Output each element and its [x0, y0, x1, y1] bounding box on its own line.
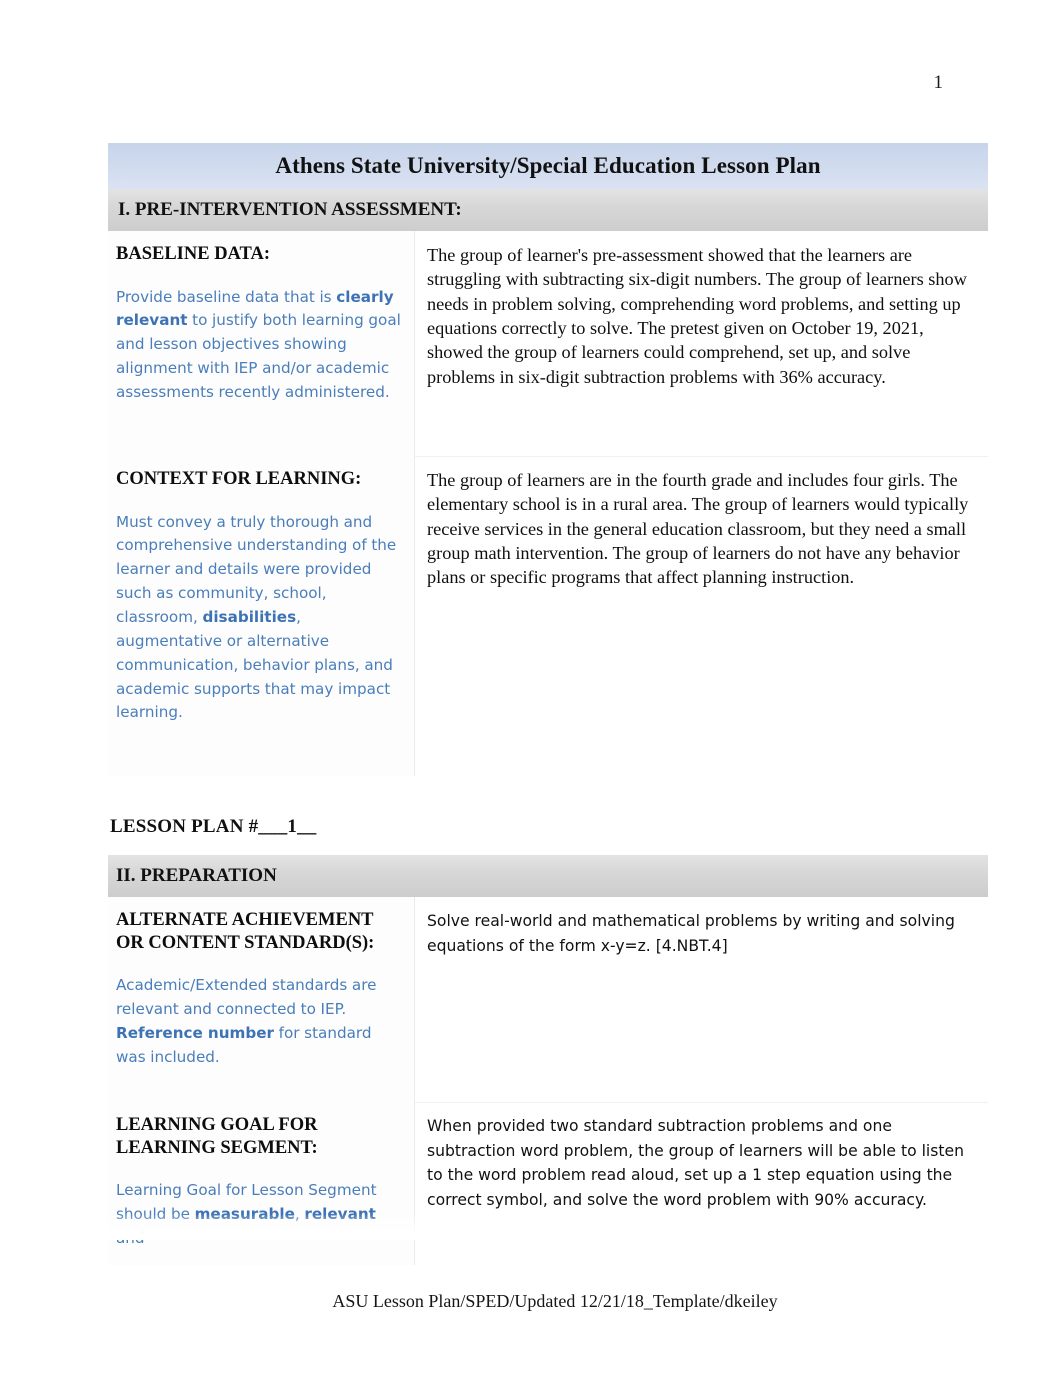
document-title-band: Athens State University/Special Educatio… — [108, 143, 988, 189]
guidance-text-bold: measurable — [194, 1204, 295, 1223]
guidance-text-bold: Reference number — [116, 1023, 275, 1042]
learning-goal-label-cell: LEARNING GOAL FOR LEARNING SEGMENT: Lear… — [108, 1102, 415, 1265]
pre-intervention-table: Athens State University/Special Educatio… — [108, 143, 988, 776]
context-for-learning-guidance: Must convey a truly thorough and compreh… — [116, 511, 403, 726]
context-for-learning-answer: The group of learners are in the fourth … — [427, 470, 969, 588]
learning-goal-label: LEARNING GOAL FOR LEARNING SEGMENT: — [116, 1115, 318, 1158]
table-row: CONTEXT FOR LEARNING: Must convey a trul… — [108, 456, 988, 776]
table-row: ALTERNATE ACHIEVEMENT OR CONTENT STANDAR… — [108, 897, 988, 1102]
guidance-text-part: Provide baseline data that is — [116, 287, 337, 306]
context-for-learning-answer-cell[interactable]: The group of learners are in the fourth … — [415, 456, 988, 776]
table-row: BASELINE DATA: Provide baseline data tha… — [108, 231, 988, 456]
table-row: LEARNING GOAL FOR LEARNING SEGMENT: Lear… — [108, 1102, 988, 1265]
page-title: Athens State University/Special Educatio… — [275, 153, 821, 178]
section-header-label: I. PRE-INTERVENTION ASSESSMENT: — [118, 199, 462, 220]
baseline-data-answer-cell[interactable]: The group of learner's pre-assessment sh… — [415, 231, 988, 456]
section-header-pre-intervention: I. PRE-INTERVENTION ASSESSMENT: — [108, 189, 988, 231]
content-standard-label-cell: ALTERNATE ACHIEVEMENT OR CONTENT STANDAR… — [108, 897, 415, 1102]
baseline-data-label-cell: BASELINE DATA: Provide baseline data tha… — [108, 231, 415, 456]
section-header-preparation: II. PREPARATION — [108, 855, 988, 897]
content-standard-guidance: Academic/Extended standards are relevant… — [116, 974, 403, 1069]
content-standard-answer: Solve real-world and mathematical proble… — [427, 912, 955, 955]
page-footer: ASU Lesson Plan/SPED/Updated 12/21/18_Te… — [332, 1291, 778, 1311]
content-standard-answer-cell[interactable]: Solve real-world and mathematical proble… — [415, 897, 988, 1102]
preparation-table: II. PREPARATION ALTERNATE ACHIEVEMENT OR… — [108, 855, 988, 1265]
page-number: 1 — [933, 72, 944, 93]
guidance-text-part: , — [294, 1204, 305, 1223]
context-for-learning-label-cell: CONTEXT FOR LEARNING: Must convey a trul… — [108, 456, 415, 776]
baseline-data-label: BASELINE DATA: — [116, 244, 271, 264]
context-for-learning-label: CONTEXT FOR LEARNING: — [116, 469, 362, 489]
learning-goal-guidance: Learning Goal for Lesson Segment should … — [116, 1179, 403, 1251]
guidance-text-part: Academic/Extended standards are relevant… — [116, 976, 377, 1018]
learning-goal-answer: When provided two standard subtraction p… — [427, 1117, 964, 1209]
guidance-text-bold: relevant — [304, 1204, 376, 1223]
baseline-data-answer: The group of learner's pre-assessment sh… — [427, 245, 967, 387]
lesson-plan-number: LESSON PLAN #___1__ — [110, 816, 317, 837]
guidance-text-part: and — [116, 1228, 145, 1247]
baseline-data-guidance: Provide baseline data that is clearly re… — [116, 286, 403, 405]
learning-goal-answer-cell[interactable]: When provided two standard subtraction p… — [415, 1102, 988, 1265]
guidance-text-bold: disabilities — [202, 608, 297, 626]
content-standard-label: ALTERNATE ACHIEVEMENT OR CONTENT STANDAR… — [116, 910, 375, 953]
section-header-label: II. PREPARATION — [116, 865, 277, 886]
